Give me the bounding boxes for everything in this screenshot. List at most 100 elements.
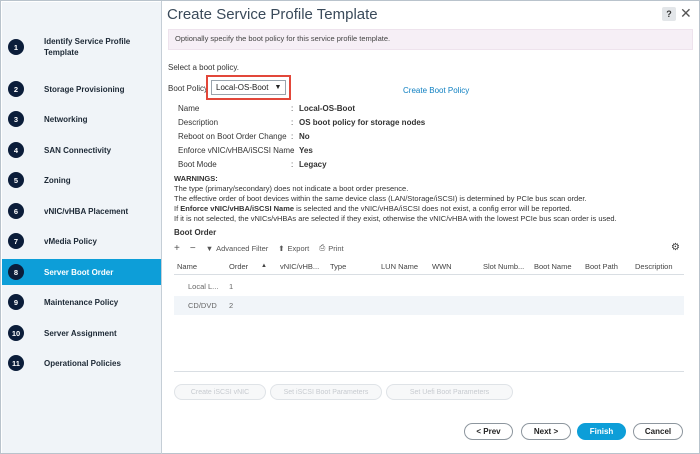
set-uefi-boot-parameters-button[interactable]: Set Uefi Boot Parameters (386, 384, 513, 400)
step-identify[interactable]: 1 Identify Service Profile Template (2, 34, 161, 60)
select-prompt: Select a boot policy. (168, 63, 240, 72)
step-server-boot-order[interactable]: 8 Server Boot Order (2, 259, 161, 285)
column-header[interactable]: Description (635, 262, 673, 271)
export-label: Export (287, 243, 310, 253)
boot-policy-select[interactable]: Local-OS-Boot ▼ (211, 80, 286, 95)
cell-order: 2 (229, 301, 234, 310)
detail-colon: : (291, 104, 294, 113)
next-button[interactable]: Next > (521, 423, 571, 440)
detail-colon: : (291, 132, 294, 141)
step-label: vMedia Policy (44, 236, 97, 246)
step-vnic-placement[interactable]: 6 vNIC/vHBA Placement (2, 198, 161, 224)
step-label: Zoning (44, 175, 71, 185)
prev-button[interactable]: < Prev (464, 423, 513, 440)
info-banner: Optionally specify the boot policy for t… (168, 29, 693, 50)
print-button[interactable]: ⎙ Print (319, 243, 343, 253)
detail-colon: : (291, 146, 294, 155)
step-number: 8 (8, 264, 24, 280)
step-number: 1 (8, 39, 24, 55)
print-icon: ⎙ (319, 243, 326, 252)
step-label: Storage Provisioning (44, 84, 125, 94)
step-label: Networking (44, 114, 88, 124)
table-row[interactable]: Local L... 1 (174, 277, 684, 296)
filter-icon: ▼ (205, 243, 214, 253)
step-vmedia-policy[interactable]: 7 vMedia Policy (2, 228, 161, 254)
wizard-window: 1 Identify Service Profile Template 2 St… (0, 0, 700, 454)
step-number: 10 (8, 325, 24, 341)
remove-icon[interactable]: − (190, 243, 196, 254)
step-san-connectivity[interactable]: 4 SAN Connectivity (2, 137, 161, 163)
step-label: Identify Service Profile Template (44, 37, 131, 57)
step-operational-policies[interactable]: 11 Operational Policies (2, 350, 161, 376)
step-number: 4 (8, 142, 24, 158)
close-icon[interactable]: ✕ (680, 5, 692, 21)
column-header[interactable]: LUN Name (381, 262, 418, 271)
export-button[interactable]: ⬆ Export (278, 244, 309, 253)
detail-colon: : (291, 118, 294, 127)
create-iscsi-vnic-button[interactable]: Create iSCSI vNIC (174, 384, 266, 400)
step-number: 9 (8, 294, 24, 310)
column-header[interactable]: Order (229, 262, 248, 271)
advanced-filter-label: Advanced Filter (216, 243, 269, 253)
sort-ascending-icon[interactable]: ▲ (261, 263, 267, 269)
detail-key: Description (178, 118, 219, 127)
warning-emphasis: Enforce vNIC/vHBA/iSCSI Name (180, 204, 295, 213)
table-bottom-border (174, 371, 684, 372)
boot-policy-highlight: Local-OS-Boot ▼ (206, 75, 291, 100)
sidebar-divider (161, 1, 162, 454)
warning-line: If Enforce vNIC/vHBA/iSCSI Name is selec… (174, 204, 617, 214)
column-header[interactable]: WWN (432, 262, 452, 271)
detail-key: Reboot on Boot Order Change (178, 132, 287, 141)
cell-name: Local L... (188, 282, 219, 291)
create-boot-policy-link[interactable]: Create Boot Policy (403, 86, 469, 95)
warning-line: The type (primary/secondary) does not in… (174, 184, 409, 193)
column-header[interactable]: Type (330, 262, 346, 271)
step-networking[interactable]: 3 Networking (2, 106, 161, 132)
step-label: Operational Policies (44, 358, 121, 368)
boot-order-heading: Boot Order (174, 228, 217, 237)
step-label: Maintenance Policy (44, 297, 119, 307)
advanced-filter-button[interactable]: ▼ Advanced Filter (206, 244, 269, 253)
help-icon[interactable]: ? (662, 7, 676, 21)
step-label: Server Boot Order (44, 267, 114, 277)
step-storage-provisioning[interactable]: 2 Storage Provisioning (2, 76, 161, 102)
finish-button[interactable]: Finish (577, 423, 626, 440)
cancel-button[interactable]: Cancel (633, 423, 683, 440)
detail-key: Boot Mode (178, 160, 217, 169)
detail-colon: : (291, 160, 294, 169)
step-number: 3 (8, 111, 24, 127)
step-number: 7 (8, 233, 24, 249)
set-iscsi-boot-parameters-button[interactable]: Set iSCSI Boot Parameters (270, 384, 382, 400)
step-number: 11 (8, 355, 24, 371)
detail-value: No (299, 132, 310, 141)
column-header[interactable]: Name (177, 262, 197, 271)
column-header[interactable]: Boot Path (585, 262, 618, 271)
warnings-block: WARNINGS: The type (primary/secondary) d… (174, 174, 617, 224)
column-header[interactable]: vNIC/vHB... (280, 262, 319, 271)
detail-key: Enforce vNIC/vHBA/iSCSI Name (178, 146, 295, 155)
detail-value: Local-OS-Boot (299, 104, 355, 113)
print-label: Print (328, 243, 344, 253)
table-row[interactable]: CD/DVD 2 (174, 296, 684, 315)
cell-order: 1 (229, 282, 234, 291)
warning-text: is selected and the vNIC/vHBA/iSCSI does… (294, 204, 572, 213)
column-header[interactable]: Slot Numb... (483, 262, 524, 271)
step-label: SAN Connectivity (44, 145, 112, 155)
add-icon[interactable]: + (174, 243, 180, 254)
step-label: vNIC/vHBA Placement (44, 206, 129, 216)
column-header[interactable]: Boot Name (534, 262, 572, 271)
step-number: 6 (8, 203, 24, 219)
gear-icon[interactable]: ⚙ (671, 242, 680, 253)
wizard-sidebar: 1 Identify Service Profile Template 2 St… (2, 2, 161, 453)
boot-policy-label: Boot Policy (168, 84, 209, 93)
detail-value: OS boot policy for storage nodes (299, 118, 426, 127)
step-number: 2 (8, 81, 24, 97)
step-server-assignment[interactable]: 10 Server Assignment (2, 320, 161, 346)
detail-key: Name (178, 104, 200, 113)
warnings-heading: WARNINGS: (174, 174, 218, 183)
step-zoning[interactable]: 5 Zoning (2, 167, 161, 193)
step-maintenance-policy[interactable]: 9 Maintenance Policy (2, 289, 161, 315)
detail-value: Yes (299, 146, 313, 155)
dropdown-arrow-icon: ▼ (274, 84, 282, 91)
warning-line: The effective order of boot devices with… (174, 194, 587, 203)
